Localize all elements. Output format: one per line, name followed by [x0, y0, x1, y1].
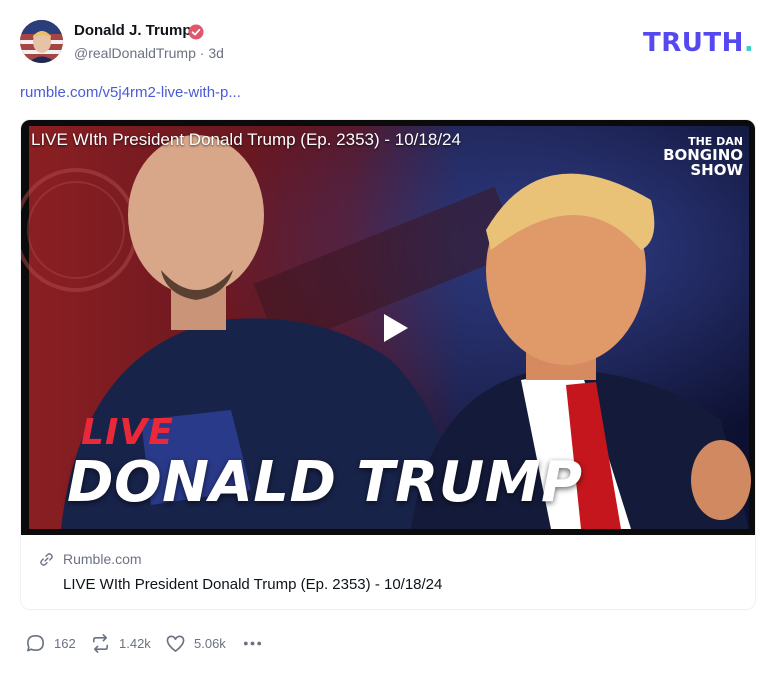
author-name[interactable]: Donald J. Trump: [74, 22, 192, 39]
like-count: 5.06k: [194, 635, 226, 651]
more-options-button[interactable]: [242, 632, 263, 654]
video-thumbnail[interactable]: LIVE WIth President Donald Trump (Ep. 23…: [21, 120, 755, 535]
verified-icon: [188, 24, 204, 40]
post-time[interactable]: 3d: [208, 45, 224, 61]
link-icon: [40, 553, 53, 566]
card-title[interactable]: LIVE WIth President Donald Trump (Ep. 23…: [63, 576, 442, 593]
link-preview-card[interactable]: LIVE WIth President Donald Trump (Ep. 23…: [20, 119, 756, 610]
truth-logo[interactable]: TRUTH.: [643, 28, 754, 58]
avatar[interactable]: [20, 20, 63, 63]
thumbnail-live-text: LIVE: [81, 412, 174, 453]
card-meta[interactable]: Rumble.com LIVE WIth President Donald Tr…: [21, 535, 755, 609]
like-button[interactable]: 5.06k: [165, 632, 226, 654]
retruth-button[interactable]: 1.42k: [90, 632, 151, 654]
separator: ·: [199, 45, 205, 61]
more-dots-icon: [243, 641, 262, 645]
card-source: Rumble.com: [63, 551, 142, 567]
logo-dot: .: [743, 28, 755, 58]
play-icon[interactable]: [376, 310, 412, 346]
reply-button[interactable]: 162: [25, 632, 76, 654]
reply-icon: [27, 634, 44, 651]
author-handle[interactable]: @realDonaldTrump: [74, 45, 196, 61]
badge-line-3: SHOW: [690, 161, 743, 180]
retruth-count: 1.42k: [119, 635, 151, 651]
show-badge: THE DAN BONGINO SHOW: [663, 136, 743, 179]
truth-post: Donald J. Trump @realDonaldTrump · 3d TR…: [0, 0, 777, 673]
thumbnail-headline: DONALD TRUMP: [67, 450, 583, 515]
post-link[interactable]: rumble.com/v5j4rm2-live-with-p...: [20, 84, 241, 101]
retruth-icon: [93, 633, 108, 653]
like-icon: [166, 635, 185, 652]
logo-text: TRUTH: [643, 28, 744, 58]
handle-line: @realDonaldTrump · 3d: [74, 45, 224, 61]
video-title: LIVE WIth President Donald Trump (Ep. 23…: [31, 130, 461, 149]
reply-count: 162: [54, 635, 76, 651]
